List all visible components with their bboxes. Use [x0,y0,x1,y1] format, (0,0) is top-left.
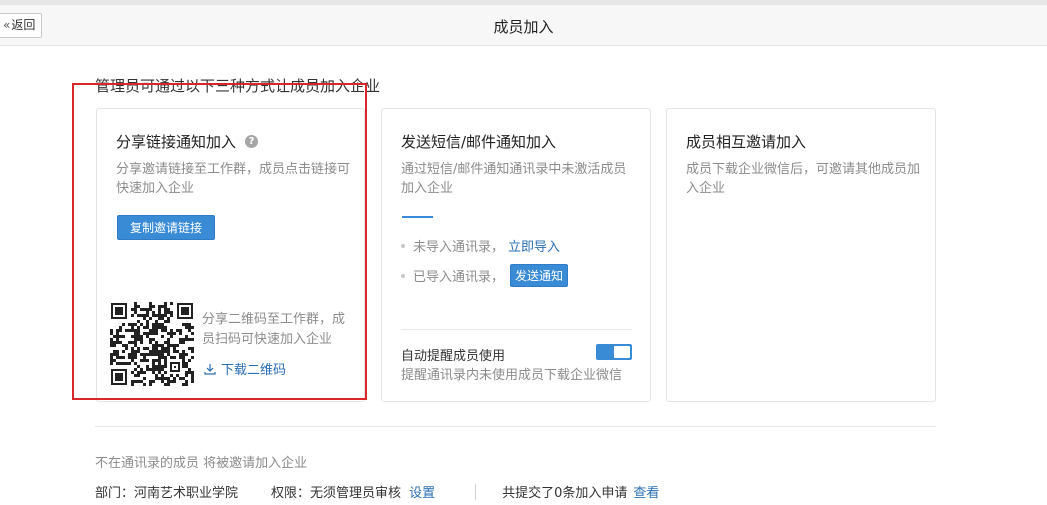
download-qr-link[interactable]: 下载二维码 [204,359,286,378]
sms-card-title: 发送短信/邮件通知加入 [401,133,557,151]
accent-divider [402,216,433,218]
settings-link[interactable]: 设置 [409,482,435,501]
share-link-card: 分享链接通知加入 ? 分享邀请链接至工作群，成员点击链接可快速加入企业 复制邀请… [96,108,365,402]
dept-label: 部门： [95,486,135,501]
download-icon [204,363,216,375]
footer-note: 不在通讯录的成员 将被邀请加入企业 [95,456,308,471]
intro-text: 管理员可通过以下三种方式让成员加入企业 [95,77,381,95]
share-card-desc: 分享邀请链接至工作群，成员点击链接可快速加入企业 [116,162,351,196]
invite-card-desc: 成员下载企业微信后，可邀请其他成员加入企业 [686,162,921,196]
perm-value: 无须管理员审核 [310,486,402,501]
toggle-knob [614,346,630,358]
send-notification-button[interactable]: 发送通知 [510,264,569,287]
bullet-dot-icon [401,243,405,248]
share-card-title-text: 分享链接通知加入 [116,133,237,151]
card-divider [401,329,632,330]
view-link[interactable]: 查看 [633,482,659,501]
sms-email-card: 发送短信/邮件通知加入 通过短信/邮件通知通讯录中未激活成员加入企业 未导入通讯… [381,108,651,402]
mutual-invite-card: 成员相互邀请加入 成员下载企业微信后，可邀请其他成员加入企业 [666,108,936,402]
dept-value: 河南艺术职业学院 [134,486,239,501]
imported-text: 已导入通讯录， [413,270,505,285]
qr-desc: 分享二维码至工作群，成员扫码可快速加入企业 [202,312,346,347]
copy-invite-link-button[interactable]: 复制邀请链接 [117,215,215,240]
auto-remind-desc: 提醒通讯录内未使用成员下载企业微信 [401,368,623,383]
not-imported-row: 未导入通讯录， 立即导入 [401,236,560,255]
question-circle-icon[interactable]: ? [245,135,259,148]
import-now-link[interactable]: 立即导入 [508,236,560,255]
footer-settings-row: 部门： 河南艺术职业学院 权限： 无须管理员审核 设置 共提交了0条加入申请 查… [95,482,659,501]
auto-remind-toggle[interactable] [596,344,632,360]
qr-code-image [110,302,194,386]
vertical-separator [475,483,477,500]
not-imported-text: 未导入通讯录， [413,240,505,255]
requests-text: 共提交了0条加入申请 [502,486,628,501]
section-divider [95,426,936,427]
bullet-dot-icon [401,273,405,278]
page-title: 成员加入 [493,18,554,36]
sms-card-desc: 通过短信/邮件通知通讯录中未激活成员加入企业 [401,162,627,196]
imported-row: 已导入通讯录， 发送通知 [401,264,569,287]
page-header: « 返回 成员加入 [0,5,1047,46]
share-card-title: 分享链接通知加入 ? [116,131,259,152]
download-qr-label: 下载二维码 [221,363,287,378]
auto-remind-title: 自动提醒成员使用 [401,349,506,364]
perm-label: 权限： [271,486,311,501]
invite-card-title: 成员相互邀请加入 [686,133,807,151]
